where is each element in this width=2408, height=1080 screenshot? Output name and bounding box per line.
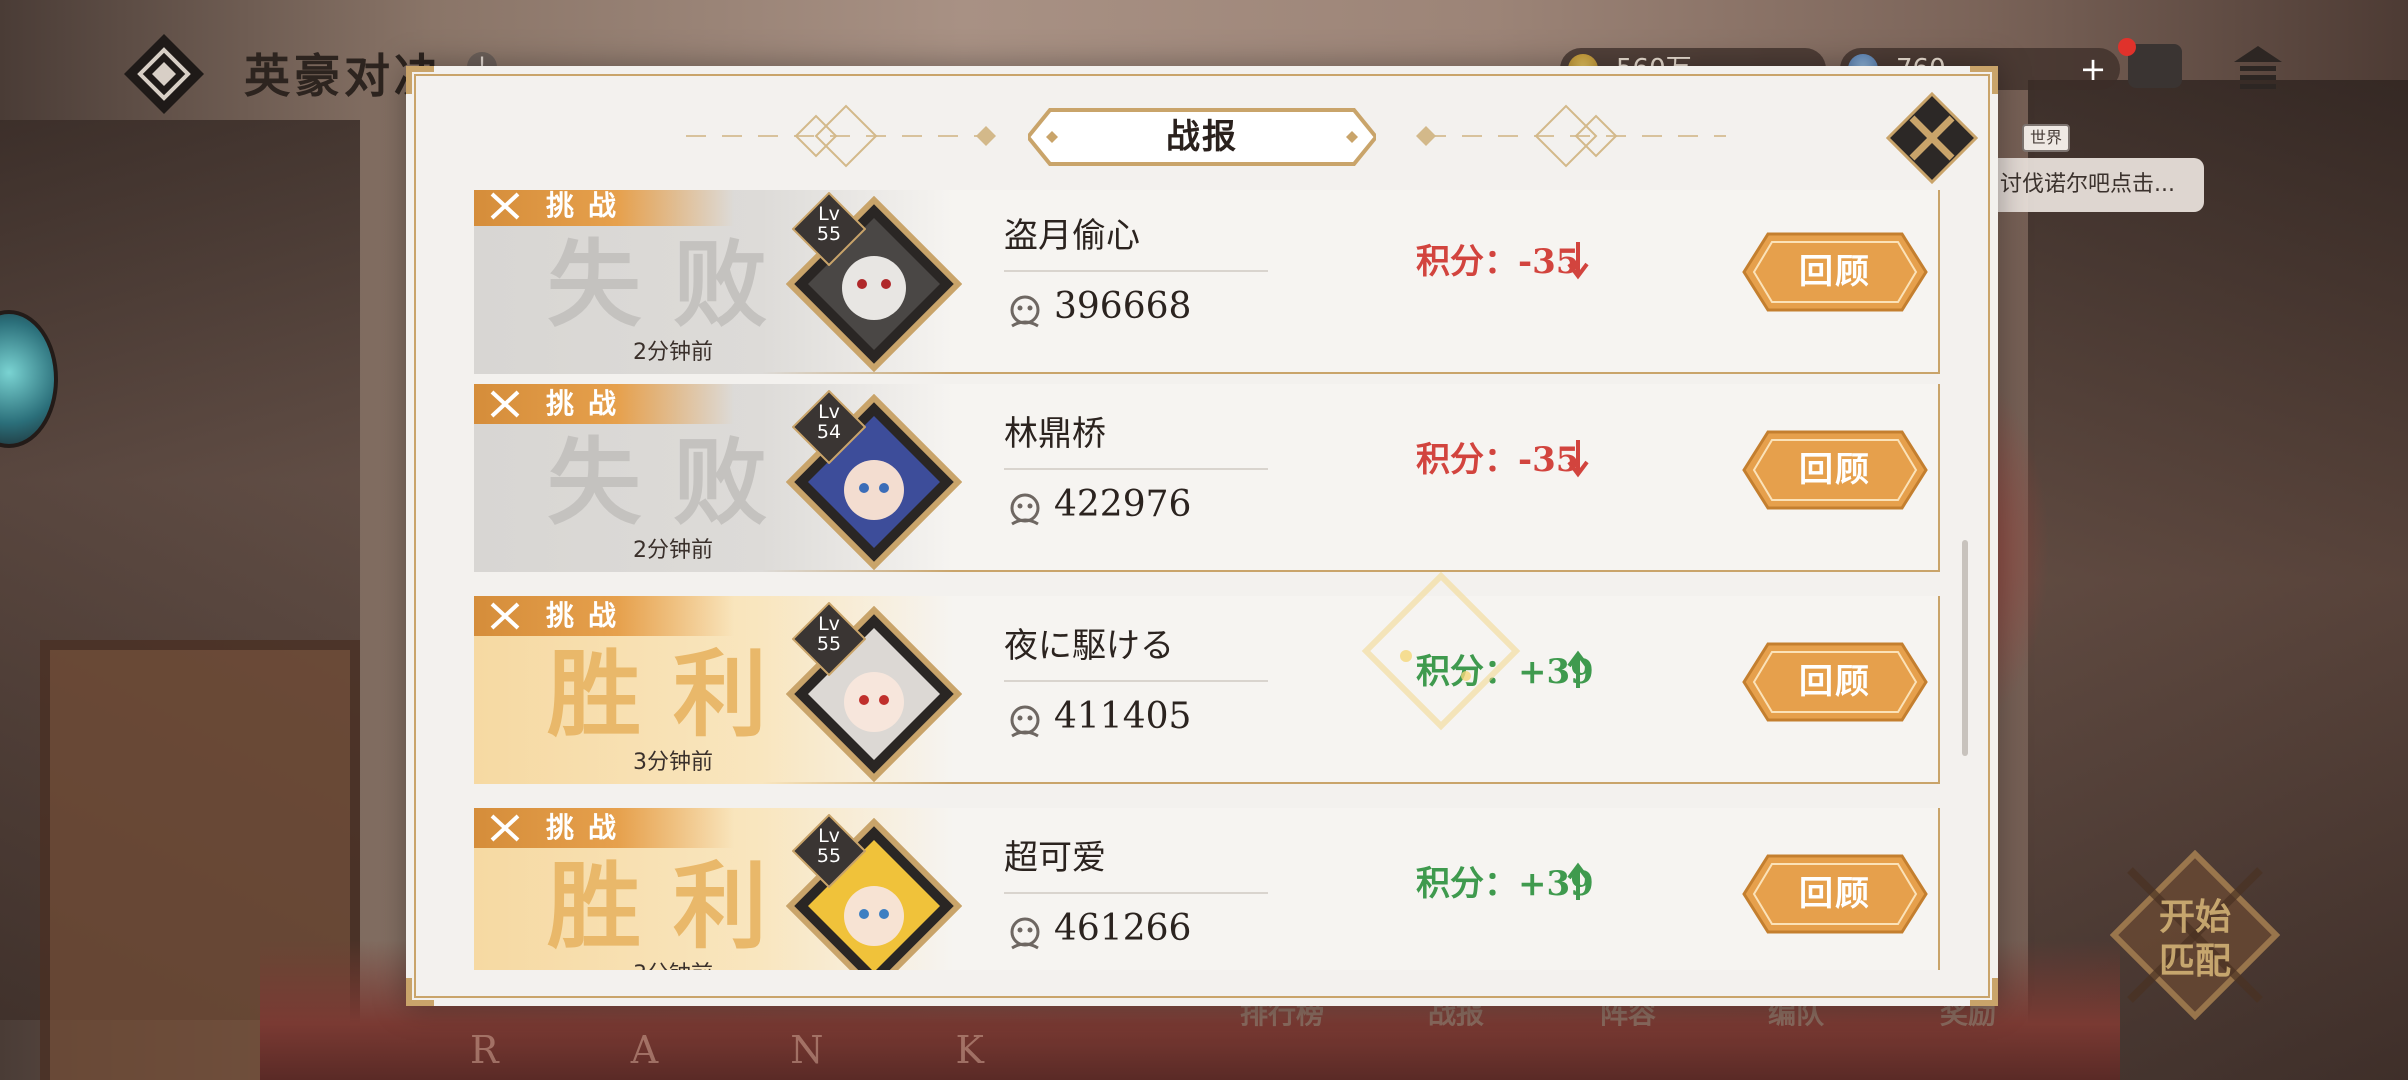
combat-power: 461266 — [1054, 908, 1192, 949]
battle-time: 3分钟前 — [633, 750, 713, 775]
score-change: 积分：-35 — [1416, 242, 1580, 282]
chat-preview[interactable]: 讨伐诺尔吧点击... — [1988, 158, 2204, 212]
opponent-name: 林鼎桥 — [1004, 414, 1106, 454]
challenge-tag-label: 挑战 — [546, 190, 631, 222]
mode-logo-icon — [124, 34, 204, 114]
combat-power: 422976 — [1054, 484, 1192, 525]
battle-record-row: 挑战 失败 2分钟前 Lv 55 盗月偷心 396668 积分：-35 回顾 — [474, 190, 1940, 382]
sparkle-effect — [1361, 571, 1521, 731]
battle-result: 失败 — [546, 428, 799, 538]
corner-ornament — [1970, 978, 1998, 1006]
start-match-button[interactable]: 开始 匹配 — [2110, 895, 2280, 983]
divider — [1004, 680, 1268, 682]
add-gem-button[interactable]: + — [2076, 52, 2110, 86]
arrow-down-icon — [1567, 440, 1589, 478]
corner-ornament — [406, 978, 434, 1006]
scrollbar[interactable] — [1962, 540, 1968, 756]
crossed-swords-icon — [490, 192, 520, 220]
combat-power: 411405 — [1054, 696, 1192, 737]
opponent-name: 超可爱 — [1004, 838, 1106, 878]
crossed-swords-icon — [490, 602, 520, 630]
arrow-up-icon — [1567, 862, 1589, 900]
battle-time: 2分钟前 — [633, 538, 713, 563]
opponent-name: 夜に駆ける — [1004, 626, 1174, 666]
arrow-down-icon — [1567, 242, 1589, 280]
modal-title: 战报 — [1166, 117, 1238, 157]
level-badge-text: Lv 55 — [816, 825, 842, 867]
chat-icon[interactable] — [2128, 44, 2182, 88]
notification-dot — [2118, 38, 2136, 56]
corner-ornament — [406, 66, 434, 94]
review-button[interactable]: 回顾 — [1742, 230, 1928, 314]
score-change: 积分：-35 — [1416, 440, 1580, 480]
challenge-tag-label: 挑战 — [546, 599, 631, 632]
battle-result: 胜利 — [546, 640, 799, 750]
battle-record-row: 挑战 胜利 3分钟前 Lv55 超可爱 461266 积分：+39 回顾 — [474, 808, 1940, 970]
battle-result: 失败 — [546, 230, 799, 340]
divider — [1004, 892, 1268, 894]
home-icon[interactable] — [2232, 44, 2284, 90]
combat-power-icon — [1010, 493, 1040, 526]
battle-record-list[interactable]: 挑战 失败 2分钟前 Lv 55 盗月偷心 396668 积分：-35 回顾 挑… — [474, 190, 1944, 970]
battle-record-row: 挑战 失败 2分钟前 Lv 54 林鼎桥 422976 积分：-35 回顾 — [474, 384, 1940, 580]
battle-record-row: 挑战 胜利 3分钟前 Lv 55 夜に駆ける 411405 积分：+39 回顾 — [474, 596, 1940, 792]
battle-time: 2分钟前 — [633, 340, 713, 365]
challenge-tag-label: 挑战 — [546, 811, 631, 844]
battle-report-modal: 战报 挑战 失败 2分钟前 Lv 55 盗月偷心 396668 积分：-35 回… — [406, 66, 1998, 1006]
level-badge-text: Lv 55 — [816, 613, 842, 655]
combat-power-icon — [1010, 295, 1040, 328]
background-rank-text: R A N K — [470, 1028, 1044, 1072]
battle-result: 胜利 — [546, 852, 799, 962]
arrow-up-icon — [1567, 650, 1589, 688]
battle-time: 3分钟前 — [528, 956, 818, 970]
level-badge-text: Lv 54 — [816, 401, 842, 443]
close-icon[interactable] — [1886, 92, 1978, 184]
review-button[interactable]: 回顾 — [1742, 852, 1928, 936]
review-button[interactable]: 回顾 — [1742, 640, 1928, 724]
world-channel-tag: 世界 — [2022, 124, 2070, 152]
challenge-tag-label: 挑战 — [546, 387, 631, 420]
combat-power: 396668 — [1054, 286, 1192, 327]
level-badge-text: Lv 55 — [816, 203, 842, 245]
divider — [1004, 468, 1268, 470]
crossed-swords-icon — [490, 814, 520, 842]
crossed-swords-icon — [490, 390, 520, 418]
review-button[interactable]: 回顾 — [1742, 428, 1928, 512]
combat-power-icon — [1010, 917, 1040, 950]
divider — [1004, 270, 1268, 272]
start-match-line1: 开始 — [2158, 896, 2231, 938]
start-match-line2: 匹配 — [2158, 940, 2231, 982]
combat-power-icon — [1010, 705, 1040, 738]
opponent-name: 盗月偷心 — [1004, 216, 1140, 256]
corner-ornament — [1970, 66, 1998, 94]
